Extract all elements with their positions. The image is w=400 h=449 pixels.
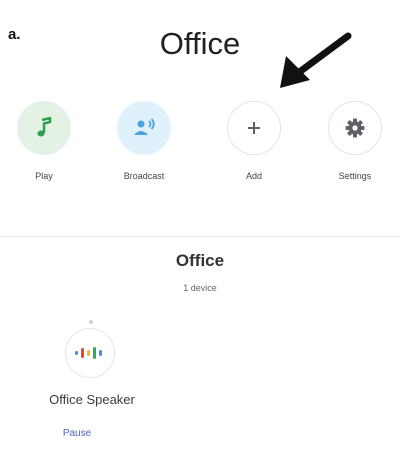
arrow-annotation-icon (280, 32, 352, 88)
room-group-title: Office (175, 251, 225, 270)
settings-action[interactable]: Settings (315, 101, 395, 181)
add-label: Add (245, 171, 262, 181)
gear-icon (345, 118, 365, 138)
device-name: Office Speaker (49, 392, 135, 407)
play-action[interactable]: Play (4, 101, 84, 181)
play-label: Play (35, 171, 53, 181)
speaker-dots-icon (75, 347, 102, 359)
settings-label: Settings (338, 171, 372, 181)
add-button[interactable] (227, 101, 281, 155)
music-note-icon (37, 117, 52, 137)
device-card-office-speaker[interactable]: Office Speaker Pause (27, 318, 157, 446)
plus-icon (248, 122, 260, 134)
speaker-button[interactable] (65, 328, 115, 378)
device-count: 1 device (183, 283, 217, 293)
play-button[interactable] (17, 101, 71, 155)
settings-button[interactable] (328, 101, 382, 155)
device-status-dot (89, 320, 93, 324)
broadcast-icon (134, 118, 155, 135)
broadcast-button[interactable] (117, 101, 171, 155)
broadcast-action[interactable]: Broadcast (104, 101, 184, 181)
quick-actions-bar: Play Broadcast Add Settings (0, 101, 400, 201)
section-divider (0, 236, 400, 237)
broadcast-label: Broadcast (123, 171, 165, 181)
pause-button[interactable]: Pause (27, 428, 127, 439)
add-action[interactable]: Add (214, 101, 294, 181)
